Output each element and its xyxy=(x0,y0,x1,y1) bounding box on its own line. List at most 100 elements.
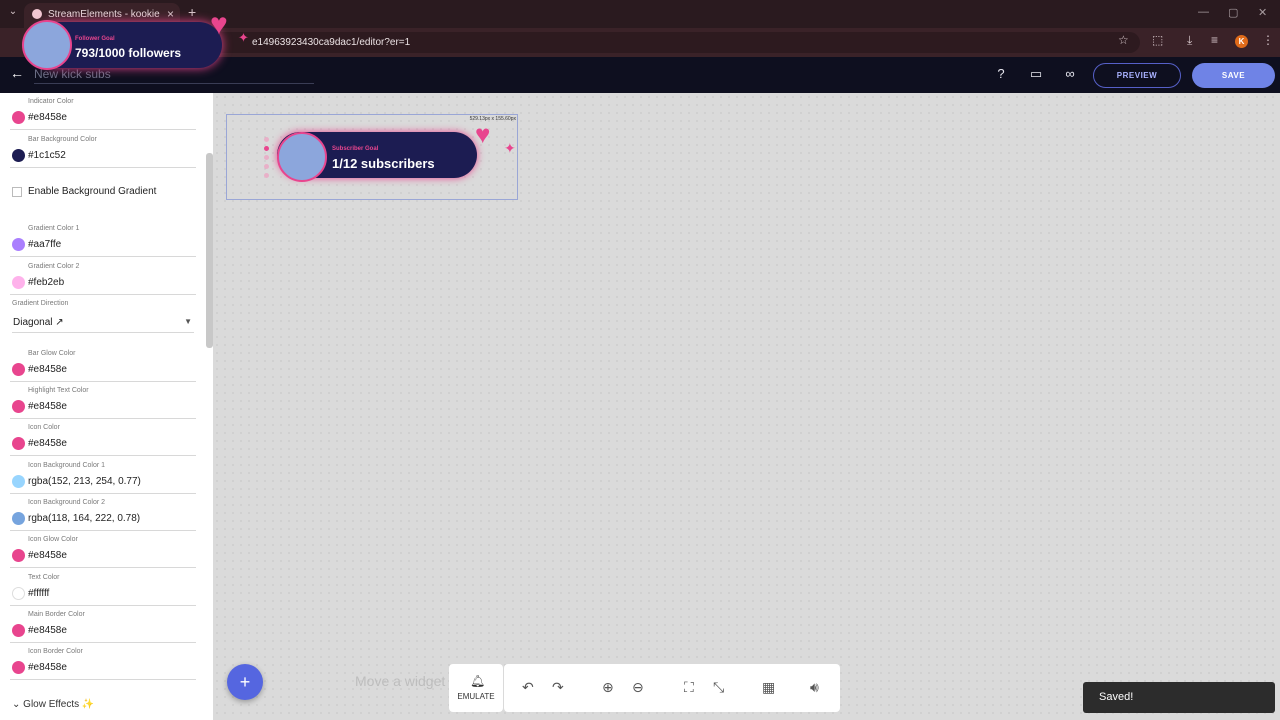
checkbox[interactable] xyxy=(12,187,22,197)
address-bar[interactable]: e14963923430ca9dac1/editor?er=1 xyxy=(200,32,1140,53)
color-swatch[interactable] xyxy=(12,475,25,488)
candy-icon: ✦ xyxy=(504,140,516,156)
emulate-label: EMULATE xyxy=(457,692,495,701)
section-title: Glow Effects ✨ xyxy=(23,699,95,710)
color-swatch[interactable] xyxy=(12,437,25,450)
color-swatch[interactable] xyxy=(12,111,25,124)
heart-icon: ♥ xyxy=(475,119,491,149)
url-text: e14963923430ca9dac1/editor?er=1 xyxy=(252,37,411,48)
save-button[interactable]: SAVE xyxy=(1192,63,1275,88)
highlight-text-color-field[interactable]: Highlight Text Color #e8458e xyxy=(10,387,196,421)
field-label: Bar Glow Color xyxy=(28,350,76,357)
preview-button[interactable]: PREVIEW xyxy=(1093,63,1181,88)
field-value: rgba(118, 164, 222, 0.78) xyxy=(28,513,141,524)
field-value: #e8458e xyxy=(28,438,67,449)
indicator-dot xyxy=(264,155,269,160)
undo-icon[interactable]: ↶ xyxy=(522,679,534,696)
monitor-icon[interactable]: ▭ xyxy=(1028,66,1044,82)
gradient-direction-select[interactable]: Diagonal ↗ ▼ xyxy=(12,315,194,333)
add-widget-button[interactable]: + xyxy=(227,664,263,700)
field-value: #aa7ffe xyxy=(28,239,62,250)
candy-icon: ✦ xyxy=(238,30,249,45)
color-swatch[interactable] xyxy=(12,549,25,562)
indicator-dot xyxy=(264,164,269,169)
bar-background-color-field[interactable]: Bar Background Color #1c1c52 xyxy=(10,136,196,170)
select-value: Diagonal ↗ xyxy=(13,317,64,328)
widget-selection-box[interactable]: 529.13px x 155.60px Subscriber Goal 1/12… xyxy=(226,114,518,200)
field-label: Indicator Color xyxy=(28,98,74,105)
zoom-in-icon[interactable]: ⊕ xyxy=(602,679,614,696)
bell-icon: 🔔︎ xyxy=(470,674,486,688)
color-swatch[interactable] xyxy=(12,624,25,637)
field-value: #e8458e xyxy=(28,401,67,412)
color-swatch[interactable] xyxy=(12,149,25,162)
icon-background-color-1-field[interactable]: Icon Background Color 1 rgba(152, 213, 2… xyxy=(10,462,196,496)
volume-icon[interactable]: 🔊︎ xyxy=(810,679,819,696)
minimize-icon[interactable]: — xyxy=(1198,6,1209,18)
field-value: #e8458e xyxy=(28,625,67,636)
browser-menu-icon[interactable]: ⋮ xyxy=(1262,33,1274,47)
main-border-color-field[interactable]: Main Border Color #e8458e xyxy=(10,611,196,645)
toast-text: Saved! xyxy=(1099,691,1134,703)
field-label: Icon Glow Color xyxy=(28,536,78,543)
grid-icon[interactable]: ▦ xyxy=(762,679,775,696)
field-label: Gradient Color 2 xyxy=(28,263,80,270)
shrink-icon[interactable]: ⤡ xyxy=(713,679,724,696)
field-value: #feb2eb xyxy=(28,277,65,288)
field-value: #e8458e xyxy=(28,550,67,561)
color-swatch[interactable] xyxy=(12,512,25,525)
field-value: #ffffff xyxy=(28,588,50,599)
emulate-button[interactable]: 🔔︎ EMULATE xyxy=(449,664,503,712)
canvas-hint: Move a widget xyxy=(355,673,446,689)
chevron-down-icon: ⌄ xyxy=(12,699,24,710)
fit-screen-icon[interactable]: ⛶ xyxy=(684,679,694,696)
icon-background-color-2-field[interactable]: Icon Background Color 2 rgba(118, 164, 2… xyxy=(10,499,196,533)
color-swatch[interactable] xyxy=(12,661,25,674)
field-label: Highlight Text Color xyxy=(28,387,89,394)
icon-glow-color-field[interactable]: Icon Glow Color #e8458e xyxy=(10,536,196,570)
extensions-icon[interactable]: ⬚ xyxy=(1152,33,1163,47)
saved-toast: Saved! xyxy=(1083,682,1275,713)
field-label: Icon Background Color 2 xyxy=(28,499,106,506)
text-color-field[interactable]: Text Color #ffffff xyxy=(10,574,196,608)
field-label: Main Border Color xyxy=(28,611,85,618)
field-label: Text Color xyxy=(28,574,60,581)
link-icon[interactable]: ∞ xyxy=(1062,66,1078,82)
field-label: Icon Color xyxy=(28,424,60,431)
window-close-icon[interactable]: ✕ xyxy=(1258,6,1267,19)
follower-icon xyxy=(22,20,72,70)
indicator-dot xyxy=(264,173,269,178)
color-swatch[interactable] xyxy=(12,587,25,600)
icon-border-color-field[interactable]: Icon Border Color #e8458e xyxy=(10,648,196,682)
chevron-down-icon: ▼ xyxy=(184,317,192,326)
field-value: rgba(152, 213, 254, 0.77) xyxy=(28,476,141,487)
bookmark-star-icon[interactable]: ☆ xyxy=(1118,33,1129,47)
glow-effects-section[interactable]: ⌄ Glow Effects ✨ xyxy=(12,699,94,710)
field-label: Bar Background Color xyxy=(28,136,97,143)
help-icon[interactable]: ? xyxy=(993,66,1009,82)
field-value: #e8458e xyxy=(28,662,67,673)
indicator-color-field[interactable]: Indicator Color #e8458e xyxy=(10,98,196,132)
bar-glow-color-field[interactable]: Bar Glow Color #e8458e xyxy=(10,350,196,384)
subscriber-icon xyxy=(277,132,327,182)
gradient-color-1-field[interactable]: Gradient Color 1 #aa7ffe xyxy=(10,225,196,259)
sidebar-scrollbar[interactable] xyxy=(206,153,213,348)
settings-sidebar: Indicator Color #e8458e Bar Background C… xyxy=(0,93,213,720)
gradient-direction-label: Gradient Direction xyxy=(12,300,69,307)
download-icon[interactable]: ⤓ xyxy=(1187,33,1192,48)
color-swatch[interactable] xyxy=(12,363,25,376)
profile-avatar[interactable]: K xyxy=(1235,35,1248,48)
color-swatch[interactable] xyxy=(12,400,25,413)
reading-list-icon[interactable]: ≡ xyxy=(1211,33,1218,47)
zoom-out-icon[interactable]: ⊖ xyxy=(632,679,644,696)
color-swatch[interactable] xyxy=(12,238,25,251)
field-value: #e8458e xyxy=(28,364,67,375)
editor-canvas[interactable]: 529.13px x 155.60px Subscriber Goal 1/12… xyxy=(213,93,1280,720)
redo-icon[interactable]: ↷ xyxy=(552,679,564,696)
maximize-icon[interactable]: ▢ xyxy=(1228,6,1238,19)
gradient-color-2-field[interactable]: Gradient Color 2 #feb2eb xyxy=(10,263,196,297)
field-label: Icon Background Color 1 xyxy=(28,462,106,469)
indicator-dot xyxy=(264,146,269,151)
color-swatch[interactable] xyxy=(12,276,25,289)
icon-color-field[interactable]: Icon Color #e8458e xyxy=(10,424,196,458)
